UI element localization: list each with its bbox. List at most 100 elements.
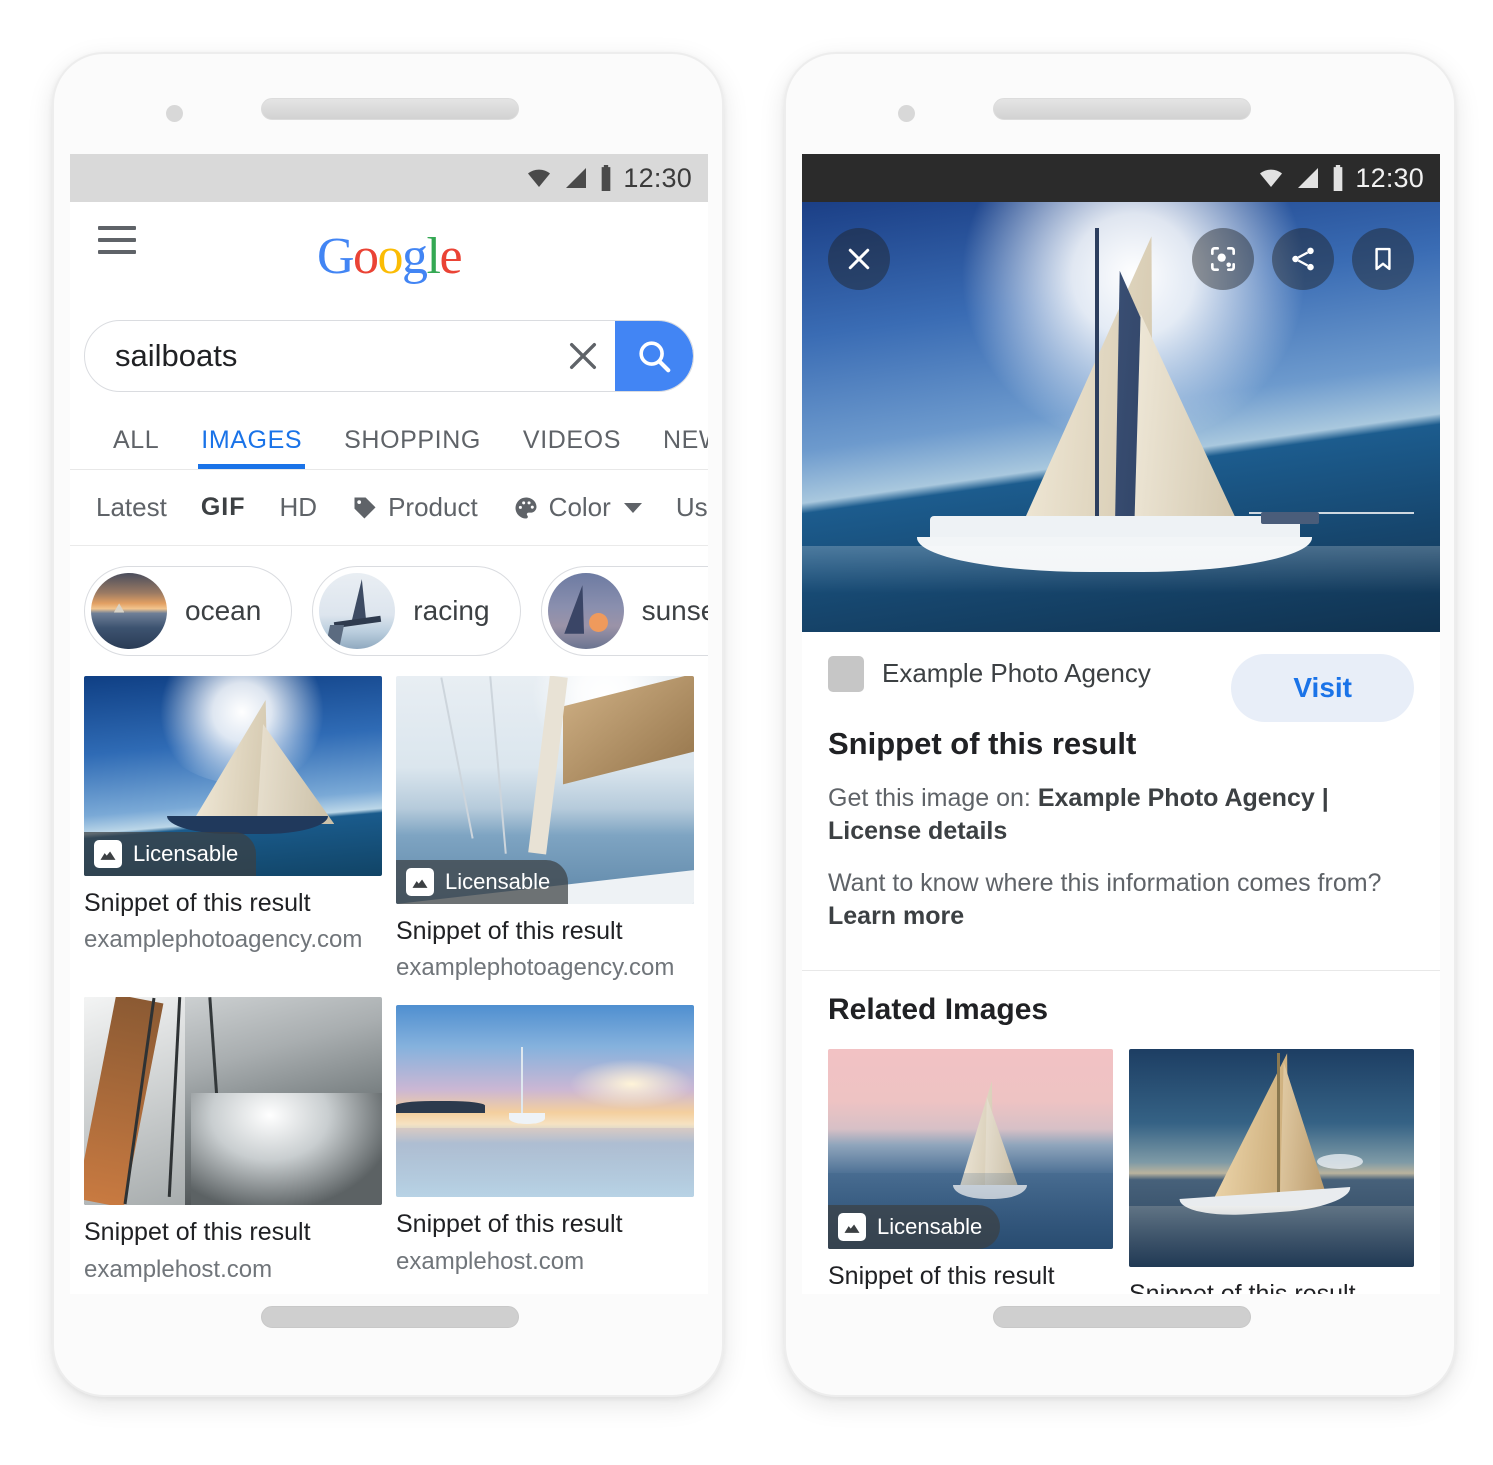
magnifier-icon (639, 341, 671, 373)
chip-sunset-thumb (547, 573, 624, 649)
lens-icon (1211, 247, 1235, 271)
chip-racing[interactable]: racing (312, 566, 521, 656)
result-thumbnail[interactable]: Licensable (84, 676, 382, 876)
palette-icon (515, 497, 537, 518)
search-submit-button[interactable] (615, 321, 693, 391)
right-screen: 12:30 Example Photo Agency Visit Snippet… (802, 154, 1440, 1294)
status-bar-left: 12:30 (70, 154, 708, 202)
result-card[interactable]: Licensable Snippet of this result exampl… (84, 676, 382, 983)
google-header: Google (70, 202, 708, 306)
logo-letter-l: l (426, 228, 441, 285)
detail-hero-image[interactable] (802, 202, 1440, 632)
logo-letter-G: G (316, 228, 355, 285)
filter-hd-label: HD (279, 492, 318, 522)
related-card[interactable]: Licensable Snippet of this result exampl… (828, 1049, 1113, 1294)
detail-source-prefix: Get this image on: (828, 784, 1031, 812)
related-images-grid: Licensable Snippet of this result exampl… (828, 1049, 1414, 1294)
filter-latest[interactable]: Latest (96, 492, 167, 523)
related-thumbnail[interactable]: Licensable (828, 1049, 1113, 1249)
visit-button[interactable]: Visit (1231, 654, 1414, 722)
licensable-badge-label: Licensable (445, 869, 551, 894)
chip-racing-label: racing (413, 595, 490, 626)
wifi-icon (528, 169, 551, 187)
detail-source-row: Example Photo Agency Visit (828, 654, 1414, 722)
result-card[interactable]: Licensable Snippet of this result exampl… (396, 676, 694, 983)
search-tabs: ALL IMAGES SHOPPING VIDEOS NEWS (70, 392, 708, 470)
hero-right-actions (1192, 228, 1414, 290)
result-host: examplephotoagency.com (396, 954, 675, 982)
filter-gif-label: GIF (200, 493, 246, 521)
filter-color[interactable]: Color (512, 492, 642, 523)
related-search-chips: ocean racing suns (70, 546, 708, 672)
filter-latest-label: Latest (96, 492, 167, 522)
share-icon (1292, 247, 1314, 271)
image-mountain-icon (94, 840, 122, 868)
status-time: 12:30 (623, 162, 692, 193)
close-x-icon (569, 342, 597, 370)
chip-ocean[interactable]: ocean (84, 566, 293, 656)
related-thumbnail[interactable] (1129, 1049, 1414, 1267)
wifi-icon (1260, 169, 1283, 187)
tab-news[interactable]: NEWS (642, 426, 708, 469)
filter-usage-rights-label: Us (675, 492, 708, 522)
filter-hd[interactable]: HD (280, 492, 318, 523)
share-button[interactable] (1272, 228, 1334, 290)
tab-shopping[interactable]: SHOPPING (323, 426, 502, 469)
result-thumbnail[interactable]: Licensable (396, 676, 694, 904)
left-screen: 12:30 Google sailboats ALL IMAGES SHOPPI… (70, 154, 708, 1294)
related-card[interactable]: Snippet of this result examplehost.com (1129, 1049, 1414, 1294)
logo-letter-o1: o (353, 228, 379, 285)
learn-more-link[interactable]: Learn more (828, 902, 964, 930)
result-title: Snippet of this result (84, 1218, 311, 1247)
logo-letter-o2: o (377, 228, 404, 285)
detail-source-name[interactable]: Example Photo Agency (1038, 784, 1315, 812)
filter-product[interactable]: Product (351, 492, 478, 523)
tab-videos[interactable]: VIDEOS (502, 426, 642, 469)
battery-icon (602, 165, 611, 191)
site-favicon (828, 656, 864, 692)
chip-sunset-label: sunset (641, 595, 708, 626)
license-details-link[interactable]: License details (828, 817, 1007, 845)
licensable-badge: Licensable (84, 832, 257, 876)
phone-right: 12:30 Example Photo Agency Visit Snippet… (784, 52, 1456, 1397)
licensable-badge-label: Licensable (133, 841, 239, 866)
related-title: Snippet of this result (828, 1262, 1055, 1290)
image-mountain-icon (406, 868, 434, 896)
logo-letter-e: e (439, 228, 462, 285)
licensable-badge: Licensable (396, 860, 569, 904)
hero-action-bar (802, 228, 1440, 290)
licensable-badge: Licensable (828, 1205, 1001, 1249)
search-input[interactable] (85, 338, 551, 374)
filter-product-label: Product (388, 492, 478, 522)
filter-usage-rights[interactable]: Us (676, 492, 708, 523)
result-title: Snippet of this result (84, 889, 311, 917)
lens-button[interactable] (1192, 228, 1254, 290)
filter-gif[interactable]: GIF (201, 493, 246, 522)
status-bar-right: 12:30 (802, 154, 1440, 202)
bookmark-button[interactable] (1352, 228, 1414, 290)
tag-icon (354, 497, 376, 518)
result-card[interactable]: Snippet of this result examplehost.com (84, 997, 382, 1284)
chip-sunset[interactable]: sunset (540, 566, 708, 656)
related-title: Snippet of this result (1129, 1280, 1356, 1294)
signal-icon (1298, 168, 1319, 188)
tab-all[interactable]: ALL (92, 426, 180, 469)
detail-snippet-title: Snippet of this result (828, 726, 1137, 761)
hamburger-menu-icon[interactable] (98, 226, 136, 254)
figure-root: 12:30 Google sailboats ALL IMAGES SHOPPI… (0, 0, 1493, 1465)
result-title: Snippet of this result (396, 917, 623, 945)
result-card[interactable]: Snippet of this result examplehost.com (396, 997, 694, 1284)
tab-images[interactable]: IMAGES (180, 426, 323, 469)
bottom-speaker (993, 1306, 1251, 1328)
image-filter-row: Latest GIF HD Product Color Us (70, 470, 708, 546)
image-detail-panel: Example Photo Agency Visit Snippet of th… (802, 632, 1440, 954)
front-camera-icon (898, 105, 915, 122)
result-host: examplehost.com (396, 1247, 585, 1275)
clear-search-button[interactable] (551, 321, 615, 391)
close-button[interactable] (828, 228, 890, 290)
chip-racing-thumb (319, 573, 396, 649)
result-thumbnail[interactable] (84, 997, 382, 1206)
detail-agency-name: Example Photo Agency (882, 658, 1151, 688)
result-thumbnail[interactable] (396, 1005, 694, 1198)
search-box[interactable] (84, 320, 694, 392)
